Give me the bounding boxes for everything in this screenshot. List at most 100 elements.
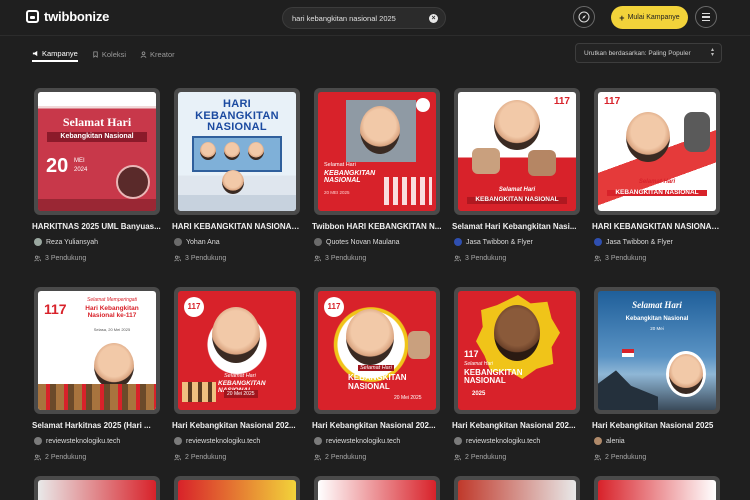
author-name: Quotes Novan Maulana xyxy=(326,238,400,246)
campaign-author[interactable]: Reza Yuliansyah xyxy=(34,238,98,246)
supporters-count: 2 Pendukung xyxy=(594,454,646,461)
author-name: reviewsteknologiku.tech xyxy=(466,437,541,445)
campaign-thumbnail[interactable]: 117 Selamat Hari KEBANGKITAN NASIONAL xyxy=(594,88,720,215)
app-name: twibbonize xyxy=(44,9,110,24)
author-name: Yohan Ana xyxy=(186,238,220,246)
search-input[interactable] xyxy=(292,11,424,25)
tab-kampanye[interactable]: Kampanye xyxy=(32,46,78,62)
avatar xyxy=(594,437,602,445)
campaign-title[interactable]: Selamat Harkitnas 2025 (Hari ... xyxy=(32,421,164,430)
megaphone-icon xyxy=(32,50,38,56)
bookmark-icon xyxy=(93,50,98,58)
thumb-heading: Selamat Hari xyxy=(358,365,394,371)
campaign-thumbnail[interactable] xyxy=(594,476,720,500)
tab-kreator[interactable]: Kreator xyxy=(140,46,175,62)
clear-search-icon[interactable]: × xyxy=(429,14,438,23)
campaign-title[interactable]: Twibbon HARI KEBANGKITAN N... xyxy=(312,222,444,231)
campaign-title[interactable]: HARKITNAS 2025 UML Banyuas... xyxy=(32,222,164,231)
campaign-thumbnail[interactable]: HARI KEBANGKITAN NASIONAL xyxy=(174,88,300,215)
supporters-icon xyxy=(174,255,181,262)
campaign-author[interactable]: reviewsteknologiku.tech xyxy=(34,437,120,445)
campaign-thumbnail[interactable] xyxy=(314,476,440,500)
thumb-heading: Selamat Hari xyxy=(498,187,536,194)
thumb-date-year: 2024 xyxy=(74,167,88,173)
start-campaign-label: Mulai Kampanye xyxy=(627,14,680,21)
author-name: alenia xyxy=(606,437,625,445)
supporters-count: 3 Pendukung xyxy=(454,255,506,262)
avatar xyxy=(174,437,182,445)
sort-value: Paling Populer xyxy=(648,49,691,57)
supporters-text: 3 Pendukung xyxy=(185,255,227,262)
campaign-title[interactable]: Selamat Hari Kebangkitan Nasi... xyxy=(452,222,584,231)
campaign-thumbnail[interactable]: 117 Selamat Memperingati Hari Kebangkita… xyxy=(34,287,160,414)
top-bar: twibbonize × + Mulai Kampanye xyxy=(0,0,750,36)
thumb-badge: 117 xyxy=(44,301,67,317)
campaign-thumbnail[interactable]: Selamat Hari KEBANGKITAN NASIONAL 20 MEI… xyxy=(314,88,440,215)
supporters-icon xyxy=(174,454,181,461)
supporters-count: 3 Pendukung xyxy=(174,255,226,262)
author-name: Reza Yuliansyah xyxy=(46,238,99,246)
campaign-thumbnail[interactable]: 117 Selamat Hari KEBANGKITAN NASIONAL 20… xyxy=(454,287,580,414)
thumb-heading: Selamat Memperingati xyxy=(86,297,138,303)
thumb-heading: Selamat Hari xyxy=(324,162,356,168)
campaign-title[interactable]: HARI KEBANGKITAN NASIONAL ... xyxy=(592,222,724,231)
campaign-thumbnail[interactable]: 117 Selamat Hari KEBANGKITAN NASIONAL xyxy=(454,88,580,215)
campaign-author[interactable]: reviewsteknologiku.tech xyxy=(454,437,540,445)
supporters-icon xyxy=(314,255,321,262)
campaign-thumbnail[interactable]: Selamat Hari Kebangkitan Nasional 20 MEI… xyxy=(34,88,160,215)
avatar xyxy=(34,238,42,246)
campaign-thumbnail[interactable]: 117 Selamat Hari KEBANGKITAN NASIONAL 20… xyxy=(314,287,440,414)
thumb-heading: Selamat Hari xyxy=(638,178,676,185)
thumb-badge: 117 xyxy=(184,297,204,317)
chevron-updown-icon: ▴ ▾ xyxy=(710,47,714,58)
search-bar: × xyxy=(282,7,446,29)
start-campaign-button[interactable]: + Mulai Kampanye xyxy=(611,6,688,29)
avatar xyxy=(174,238,182,246)
avatar xyxy=(454,238,462,246)
campaign-author[interactable]: Jasa Twibbon & Flyer xyxy=(454,238,533,246)
thumb-badge: 117 xyxy=(604,96,621,107)
supporters-icon xyxy=(594,454,601,461)
author-name: Jasa Twibbon & Flyer xyxy=(606,238,673,246)
campaign-title[interactable]: Hari Kebangkitan Nasional 2025 xyxy=(592,421,724,430)
campaign-author[interactable]: Yohan Ana xyxy=(174,238,220,246)
campaign-author[interactable]: Quotes Novan Maulana xyxy=(314,238,400,246)
supporters-icon xyxy=(34,255,41,262)
campaign-thumbnail[interactable] xyxy=(454,476,580,500)
tab-koleksi[interactable]: Koleksi xyxy=(92,46,126,62)
supporters-count: 2 Pendukung xyxy=(314,454,366,461)
thumb-year: 2025 xyxy=(472,391,486,397)
campaign-thumbnail[interactable] xyxy=(34,476,160,500)
author-name: Jasa Twibbon & Flyer xyxy=(466,238,533,246)
campaign-author[interactable]: Jasa Twibbon & Flyer xyxy=(594,238,673,246)
menu-button[interactable] xyxy=(695,6,717,28)
campaign-author[interactable]: reviewsteknologiku.tech xyxy=(314,437,400,445)
campaign-title[interactable]: Hari Kebangkitan Nasional 202... xyxy=(312,421,444,430)
campaign-author[interactable]: reviewsteknologiku.tech xyxy=(174,437,260,445)
campaign-thumbnail[interactable] xyxy=(174,476,300,500)
supporters-count: 3 Pendukung xyxy=(34,255,86,262)
campaign-thumbnail[interactable]: 117 Selamat Hari KEBANGKITAN NASIONAL 20… xyxy=(174,287,300,414)
author-name: reviewsteknologiku.tech xyxy=(46,437,121,445)
thumb-subheading: KEBANGKITAN NASIONAL xyxy=(607,189,707,197)
thumb-subheading: Hari Kebangkitan Nasional ke-117 xyxy=(85,305,139,320)
thumb-badge: 117 xyxy=(553,96,570,107)
avatar xyxy=(314,437,322,445)
tab-label: Kampanye xyxy=(42,48,78,58)
supporters-text: 3 Pendukung xyxy=(465,255,507,262)
next-row-preview xyxy=(0,476,750,500)
campaign-thumbnail[interactable]: Selamat Hari Kebangkitan Nasional 20 Mei xyxy=(594,287,720,414)
thumb-date: Selasa, 20 Mei 2025 xyxy=(93,327,131,332)
sort-dropdown[interactable]: Urutkan berdasarkan: Paling Populer ▴ ▾ xyxy=(575,43,722,63)
thumb-subheading: KEBANGKITAN NASIONAL xyxy=(348,373,407,391)
campaign-author[interactable]: alenia xyxy=(594,437,625,445)
result-tabs: Kampanye Koleksi Kreator xyxy=(32,46,175,62)
supporters-text: 3 Pendukung xyxy=(45,255,87,262)
app-logo[interactable]: twibbonize xyxy=(26,9,109,24)
supporters-text: 3 Pendukung xyxy=(605,255,647,262)
campaign-title[interactable]: Hari Kebangkitan Nasional 202... xyxy=(452,421,584,430)
campaign-title[interactable]: HARI KEBANGKITAN NASIONAL ... xyxy=(172,222,304,231)
explore-button[interactable] xyxy=(573,6,595,28)
thumb-subheading: KEBANGKITAN NASIONAL xyxy=(324,170,376,184)
campaign-title[interactable]: Hari Kebangkitan Nasional 202... xyxy=(172,421,304,430)
